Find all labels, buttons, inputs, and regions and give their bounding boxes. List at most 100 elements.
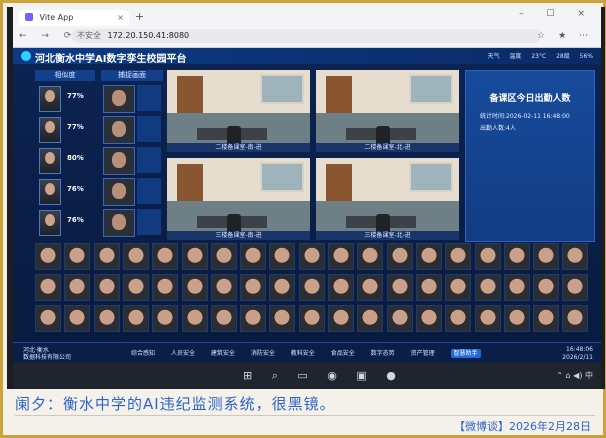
clock-time: 16:48:06 xyxy=(566,346,593,353)
face-thumbnail[interactable] xyxy=(152,274,179,301)
temperature-value: 23°C xyxy=(531,53,547,60)
face-thumbnail[interactable] xyxy=(240,243,267,270)
company-line-1: 河北·衡水 xyxy=(23,347,49,354)
reference-photo xyxy=(39,86,61,112)
nav-item[interactable]: 综合感知 xyxy=(131,350,155,357)
face-thumbnail[interactable] xyxy=(533,243,560,270)
face-thumbnail[interactable] xyxy=(357,243,384,270)
match-row[interactable]: 76% xyxy=(35,177,163,206)
module-nav: 综合感知 人员安全 建筑安全 消防安全 教科安全 食品安全 数字态势 资产管理 … xyxy=(131,348,495,358)
camera-feed[interactable]: 二楼备课室-北-进 xyxy=(316,70,459,152)
address-bar[interactable]: 不安全 172.20.150.41:8080 xyxy=(71,29,541,43)
face-thumbnail[interactable] xyxy=(562,305,589,332)
face-thumbnail[interactable] xyxy=(445,274,472,301)
face-thumbnail[interactable] xyxy=(298,305,325,332)
face-thumbnail[interactable] xyxy=(122,305,149,332)
face-thumbnail[interactable] xyxy=(240,274,267,301)
face-thumbnail[interactable] xyxy=(64,305,91,332)
capture-image xyxy=(103,209,135,237)
nav-item[interactable]: 消防安全 xyxy=(251,350,275,357)
system-tray[interactable]: ⌃ ⌂ ◀) 中 xyxy=(556,370,593,381)
face-thumbnail[interactable] xyxy=(298,243,325,270)
clock: 16:48:06 2026/2/11 xyxy=(562,346,593,362)
face-thumbnail[interactable] xyxy=(122,274,149,301)
nav-item[interactable]: 人员安全 xyxy=(171,350,195,357)
face-thumbnail[interactable] xyxy=(503,305,530,332)
face-thumbnail[interactable] xyxy=(562,243,589,270)
face-thumbnail[interactable] xyxy=(386,274,413,301)
face-thumbnail[interactable] xyxy=(64,243,91,270)
face-thumbnail[interactable] xyxy=(152,305,179,332)
face-thumbnail[interactable] xyxy=(533,274,560,301)
match-row[interactable]: 77% xyxy=(35,115,163,144)
face-thumbnail[interactable] xyxy=(35,305,61,332)
face-thumbnail[interactable] xyxy=(35,243,61,270)
face-thumbnail[interactable] xyxy=(210,243,237,270)
nav-item[interactable]: 教科安全 xyxy=(291,350,315,357)
browser-tab[interactable]: Vite App × xyxy=(19,10,129,26)
temperature-label: 温度 xyxy=(509,53,522,60)
face-thumbnail[interactable] xyxy=(357,305,384,332)
face-thumbnail[interactable] xyxy=(474,274,501,301)
camera-feed[interactable]: 三楼备课室-北-进 xyxy=(316,158,459,240)
window-controls[interactable]: – ☐ × xyxy=(519,9,595,19)
nav-buttons[interactable]: ← → ⟳ xyxy=(19,28,77,44)
camera-feed[interactable]: 三楼备课室-南-进 xyxy=(167,158,310,240)
nav-item[interactable]: 资产管理 xyxy=(411,350,435,357)
face-thumbnail[interactable] xyxy=(181,274,208,301)
toolbar-icons[interactable]: ☆ ★ ⋯ xyxy=(537,28,593,44)
face-thumbnail[interactable] xyxy=(533,305,560,332)
face-thumbnail[interactable] xyxy=(269,243,296,270)
face-thumbnail[interactable] xyxy=(35,274,61,301)
face-thumbnail[interactable] xyxy=(445,305,472,332)
face-thumbnail[interactable] xyxy=(210,274,237,301)
reference-photo xyxy=(39,117,61,143)
tab-close-icon[interactable]: × xyxy=(117,10,124,26)
face-thumbnail[interactable] xyxy=(269,274,296,301)
match-row[interactable]: 80% xyxy=(35,146,163,175)
taskbar-icons[interactable]: ⊞ ⌕ ▭ ◉ ▣ ● xyxy=(243,369,404,383)
face-thumbnail[interactable] xyxy=(474,305,501,332)
face-thumbnail[interactable] xyxy=(298,274,325,301)
new-tab-button[interactable]: + xyxy=(135,10,144,24)
face-thumbnail[interactable] xyxy=(415,243,442,270)
face-thumbnail[interactable] xyxy=(328,243,354,270)
face-thumbnail[interactable] xyxy=(122,243,149,270)
face-thumbnail[interactable] xyxy=(503,243,530,270)
face-thumbnail[interactable] xyxy=(503,274,530,301)
face-thumbnail[interactable] xyxy=(357,274,384,301)
face-thumbnail[interactable] xyxy=(181,305,208,332)
face-thumbnail[interactable] xyxy=(93,243,120,270)
face-thumbnail[interactable] xyxy=(386,243,413,270)
capture-detail xyxy=(137,116,161,142)
attendance-time: 统计时间:2026-02-11 16:48:00 xyxy=(480,113,570,120)
face-thumbnail[interactable] xyxy=(445,243,472,270)
face-thumbnail[interactable] xyxy=(64,274,91,301)
face-thumbnail[interactable] xyxy=(210,305,237,332)
security-warning[interactable]: 不安全 xyxy=(77,31,101,40)
face-thumbnail[interactable] xyxy=(328,274,354,301)
face-thumbnail[interactable] xyxy=(152,243,179,270)
url-text: 172.20.150.41:8080 xyxy=(107,31,190,40)
capture-detail xyxy=(137,85,161,111)
capture-image xyxy=(103,147,135,175)
capture-detail xyxy=(137,178,161,204)
face-thumbnail[interactable] xyxy=(415,305,442,332)
nav-item[interactable]: 建筑安全 xyxy=(211,350,235,357)
match-row[interactable]: 77% xyxy=(35,84,163,113)
camera-feed[interactable]: 二楼备课室-南-进 xyxy=(167,70,310,152)
face-thumbnail[interactable] xyxy=(93,305,120,332)
nav-item[interactable]: 数字态势 xyxy=(371,350,395,357)
face-thumbnail[interactable] xyxy=(474,243,501,270)
face-thumbnail[interactable] xyxy=(181,243,208,270)
face-thumbnail[interactable] xyxy=(93,274,120,301)
nav-item-active[interactable]: 智慧助手 xyxy=(450,349,481,358)
face-thumbnail[interactable] xyxy=(240,305,267,332)
face-thumbnail[interactable] xyxy=(269,305,296,332)
match-row[interactable]: 76% xyxy=(35,208,163,237)
face-thumbnail[interactable] xyxy=(415,274,442,301)
face-thumbnail[interactable] xyxy=(386,305,413,332)
face-thumbnail[interactable] xyxy=(328,305,354,332)
nav-item[interactable]: 食品安全 xyxy=(331,350,355,357)
face-thumbnail[interactable] xyxy=(562,274,589,301)
